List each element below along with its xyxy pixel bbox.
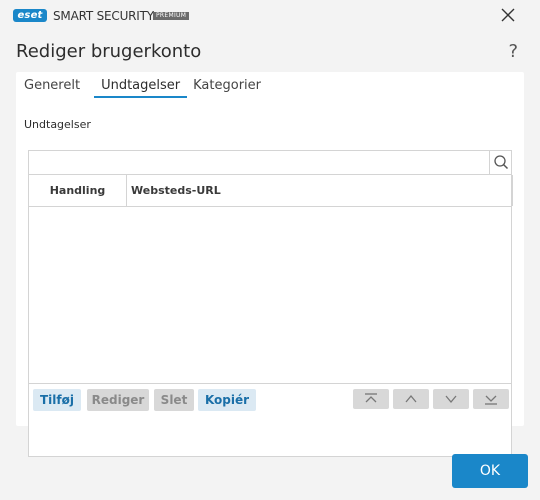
dialog-title: Rediger brugerkonto bbox=[16, 41, 202, 62]
title-bar: eset SMART SECURITY PREMIUM bbox=[0, 0, 540, 32]
product-name: SMART SECURITY bbox=[53, 9, 154, 23]
ok-button[interactable]: OK bbox=[452, 454, 528, 488]
move-down-button[interactable] bbox=[433, 389, 469, 409]
help-button[interactable]: ? bbox=[508, 42, 518, 62]
table-header: Handling Websteds-URL bbox=[29, 175, 513, 207]
move-up-button[interactable] bbox=[393, 389, 429, 409]
move-to-top-icon bbox=[365, 393, 377, 403]
close-icon bbox=[501, 8, 515, 22]
move-to-top-button[interactable] bbox=[353, 389, 389, 409]
edition-badge: PREMIUM bbox=[153, 12, 190, 20]
search-input[interactable] bbox=[29, 151, 489, 174]
tab-exceptions[interactable]: Undtagelser bbox=[94, 76, 188, 98]
eset-logo: eset bbox=[13, 9, 47, 22]
add-button[interactable]: Tilføj bbox=[33, 389, 81, 411]
search-icon bbox=[494, 155, 509, 170]
content-panel: Generelt Undtagelser Kategorier Undtagel… bbox=[16, 72, 524, 457]
move-up-icon bbox=[405, 394, 417, 403]
search-button[interactable] bbox=[489, 151, 511, 174]
delete-button[interactable]: Slet bbox=[154, 389, 194, 411]
move-to-bottom-icon bbox=[485, 395, 497, 405]
column-header-action[interactable]: Handling bbox=[29, 175, 127, 206]
move-to-bottom-button[interactable] bbox=[473, 389, 509, 409]
column-header-url[interactable]: Websteds-URL bbox=[128, 175, 513, 206]
section-heading: Undtagelser bbox=[24, 118, 91, 131]
edit-button[interactable]: Rediger bbox=[87, 389, 149, 411]
close-button[interactable] bbox=[500, 7, 516, 23]
list-toolbar: Tilføj Rediger Slet Kopiér bbox=[29, 383, 511, 417]
search-bar bbox=[29, 151, 511, 175]
tab-general[interactable]: Generelt bbox=[24, 76, 88, 98]
table-body[interactable] bbox=[29, 208, 511, 383]
tab-bar: Generelt Undtagelser Kategorier bbox=[24, 76, 275, 98]
tab-categories[interactable]: Kategorier bbox=[193, 76, 269, 98]
copy-button[interactable]: Kopiér bbox=[198, 389, 256, 411]
move-down-icon bbox=[445, 395, 457, 404]
exceptions-list: Handling Websteds-URL Tilføj Rediger Sle… bbox=[28, 150, 513, 457]
